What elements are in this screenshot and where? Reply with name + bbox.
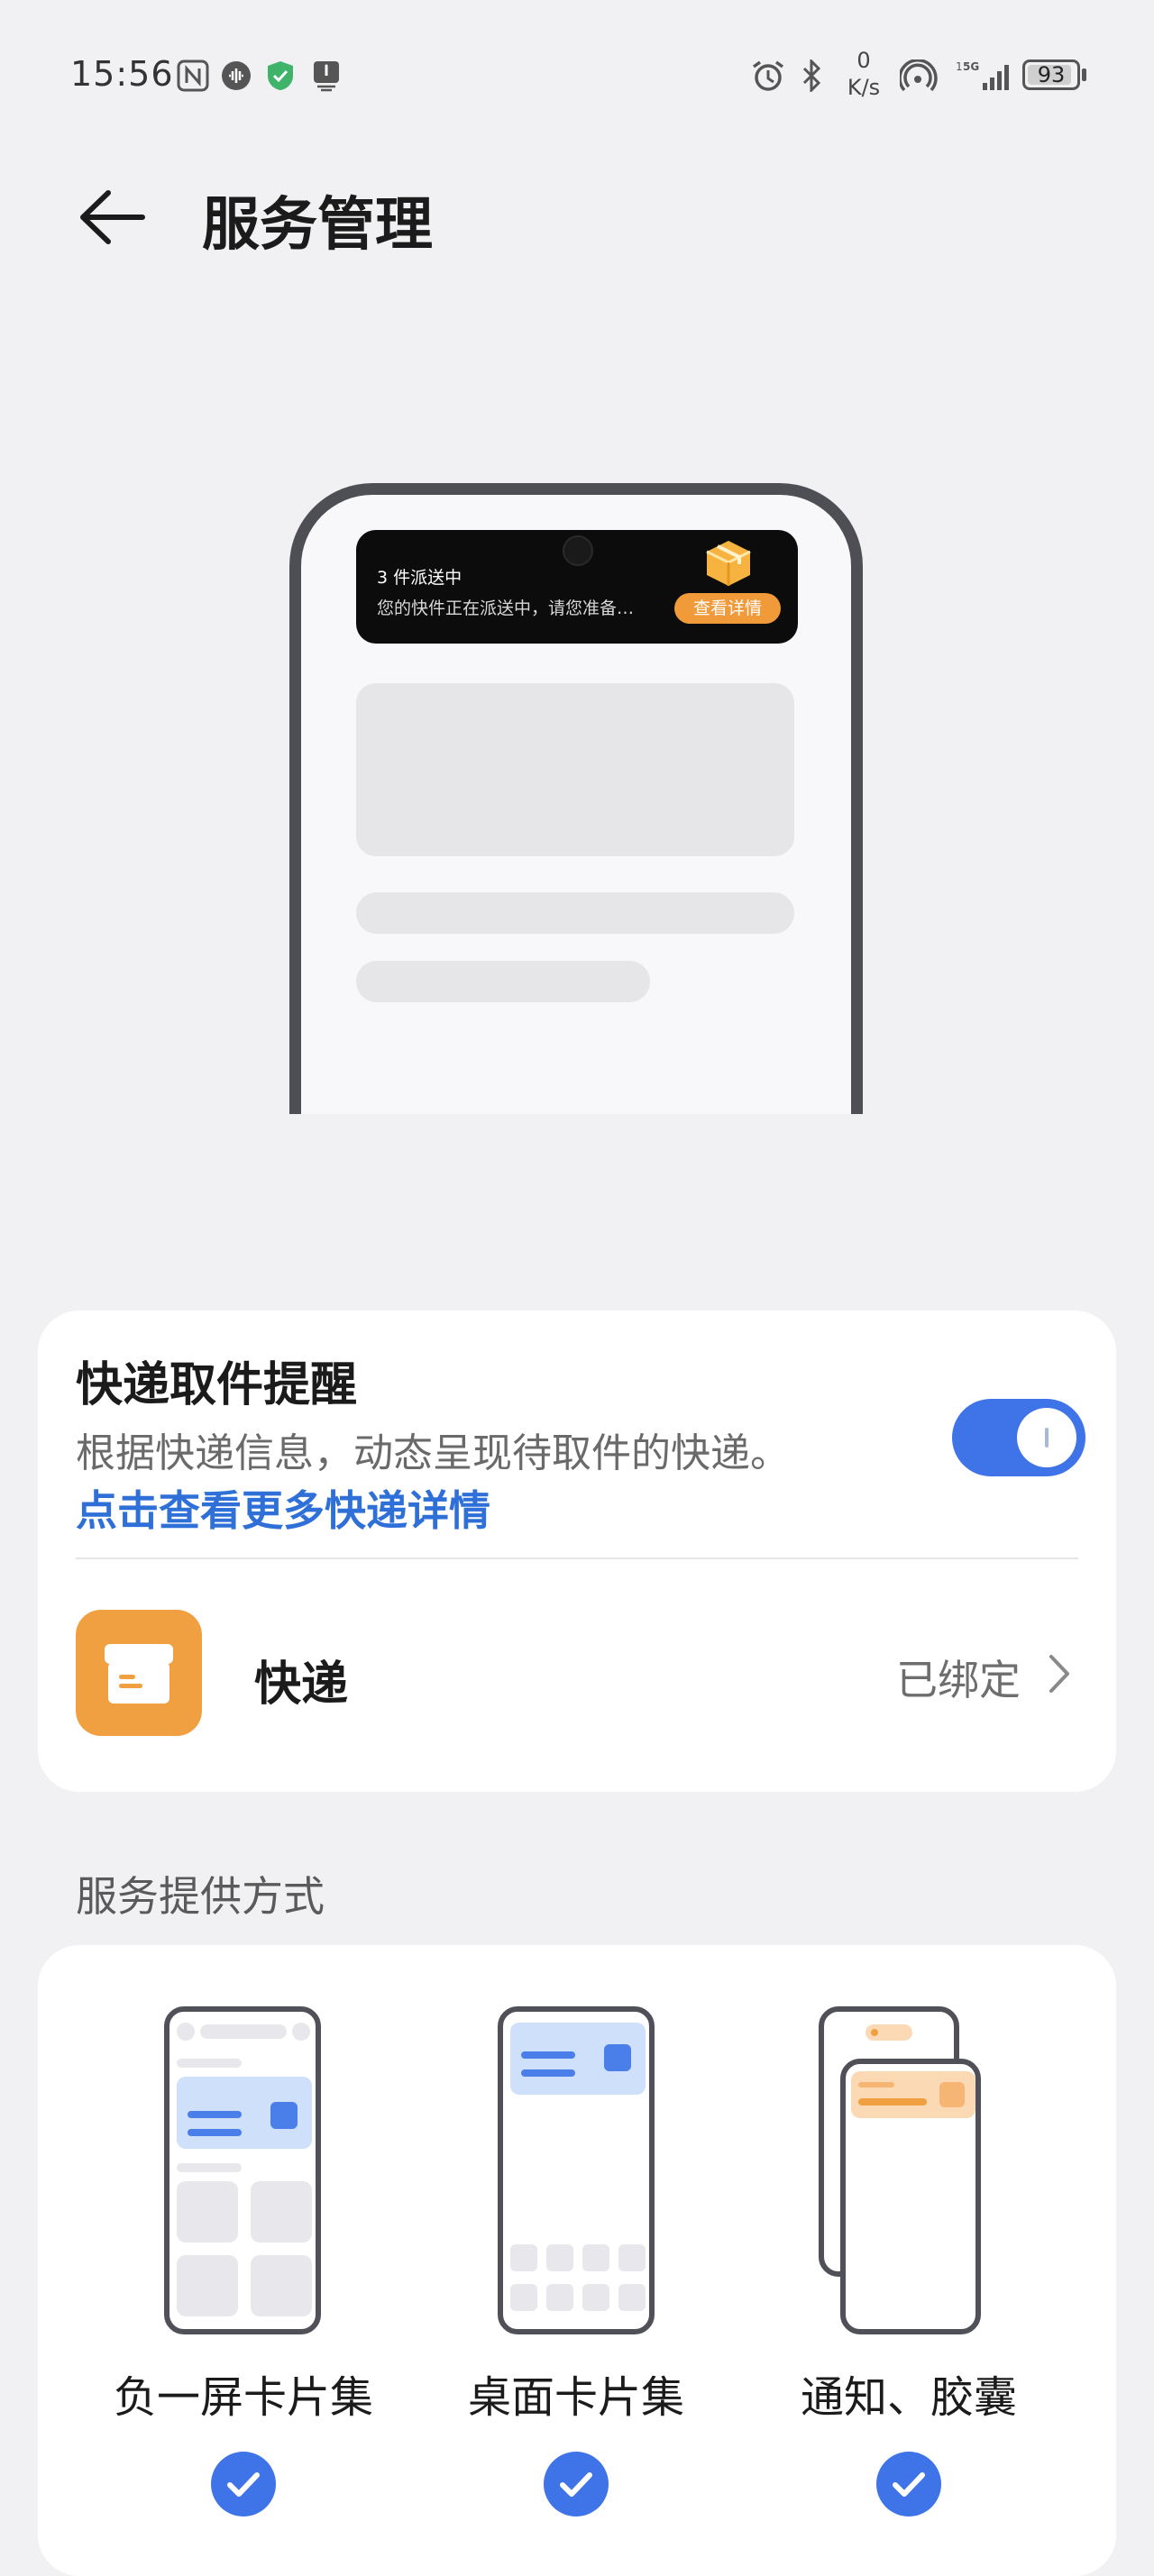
- voice-icon: [222, 61, 251, 90]
- service-toggle[interactable]: [952, 1399, 1085, 1476]
- skeleton-line: [356, 892, 794, 934]
- toggle-knob: [1017, 1408, 1076, 1467]
- checkbox-minus-one[interactable]: [211, 2452, 276, 2517]
- battery-percent: 93: [1037, 62, 1066, 87]
- shield-icon: [268, 61, 293, 90]
- network-rate: 0 K/s: [844, 47, 884, 101]
- section-title: 服务提供方式: [76, 1872, 325, 1921]
- checkbox-notification[interactable]: [876, 2452, 941, 2517]
- package-icon: [105, 1644, 173, 1704]
- package-box-icon: [706, 541, 751, 586]
- back-arrow-icon: [80, 190, 145, 244]
- 5g-signal-icon: 1 5G: [956, 60, 1009, 90]
- bluetooth-icon: [802, 59, 821, 92]
- checkbox-desktop[interactable]: [544, 2452, 609, 2517]
- check-icon: [893, 2472, 925, 2497]
- mode-label-desktop: 桌面卡片集: [467, 2372, 684, 2423]
- back-button[interactable]: [72, 177, 153, 258]
- divider: [76, 1557, 1078, 1559]
- island-subtitle: 您的快件正在派送中，请您准备…: [377, 598, 635, 618]
- more-details-link[interactable]: 点击查看更多快递详情: [76, 1478, 490, 1538]
- minus-one-screen-illustration[interactable]: [164, 2006, 321, 2334]
- network-rate-unit: K/s: [847, 75, 881, 100]
- bind-status[interactable]: 已绑定: [896, 1648, 1021, 1707]
- chevron-right-icon[interactable]: [1046, 1651, 1073, 1696]
- toggle-knob-mark: [1045, 1428, 1049, 1448]
- battery-cap: [1082, 69, 1086, 81]
- express-app-icon: [76, 1610, 202, 1736]
- mode-label-notification: 通知、胶囊: [800, 2372, 1017, 2423]
- skeleton-line: [356, 961, 650, 1002]
- network-rate-value: 0: [856, 48, 871, 73]
- notification-capsule-illustration[interactable]: [840, 2059, 981, 2334]
- battery-indicator: 93: [1022, 59, 1080, 90]
- desktop-cards-illustration[interactable]: [498, 2006, 655, 2334]
- mode-label-minus-one: 负一屏卡片集: [113, 2372, 373, 2423]
- svg-text:1: 1: [956, 60, 963, 73]
- check-icon: [560, 2472, 592, 2497]
- skeleton-card: [356, 683, 794, 856]
- island-title: 3 件派送中: [377, 568, 463, 588]
- nfc-icon: [177, 59, 209, 92]
- alarm-icon: [752, 60, 784, 91]
- svg-text:5G: 5G: [963, 60, 979, 73]
- hotspot-icon: [900, 59, 938, 92]
- front-camera: [563, 535, 593, 566]
- service-title: 快递取件提醒: [76, 1358, 358, 1412]
- notification-icon: [314, 61, 339, 92]
- check-icon: [227, 2472, 260, 2497]
- view-details-pill: 查看详情: [674, 593, 781, 624]
- page-title: 服务管理: [202, 192, 433, 259]
- express-app-name: 快递: [254, 1658, 349, 1712]
- status-time: 15:56: [70, 54, 174, 94]
- service-description: 根据快递信息，动态呈现待取件的快递。: [76, 1430, 790, 1476]
